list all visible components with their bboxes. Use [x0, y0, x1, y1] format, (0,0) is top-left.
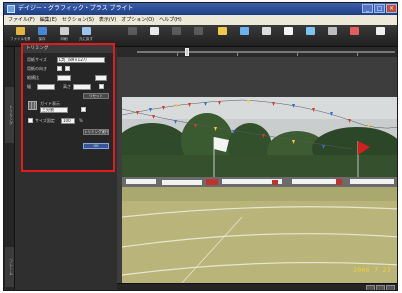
- fixed-size-label: サイズ固定: [35, 118, 55, 123]
- tool-filter-button[interactable]: [300, 27, 320, 46]
- rotate-icon: [239, 27, 249, 35]
- ok-button[interactable]: OK: [83, 143, 109, 149]
- width-field[interactable]: [37, 84, 55, 90]
- status-bar: [117, 283, 397, 290]
- reset-button[interactable]: リセット: [83, 93, 109, 99]
- paste-icon: [171, 27, 181, 35]
- tool-brush-button[interactable]: [344, 27, 364, 46]
- tool-select-button[interactable]: [188, 27, 208, 46]
- grid-label: ガイド表示: [40, 101, 60, 106]
- tool-effects-button[interactable]: [370, 27, 390, 46]
- fit-view-icon[interactable]: [366, 285, 375, 290]
- menu-file[interactable]: ファイル(F): [8, 15, 35, 25]
- lock-ratio-checkbox[interactable]: [99, 84, 104, 89]
- photo-preview[interactable]: 2006 7 23: [122, 97, 397, 283]
- height-label: 高さ: [63, 84, 71, 89]
- menu-help[interactable]: ヘルプ(H): [159, 15, 182, 25]
- side-tab-strip: トリミング フレーム: [4, 47, 15, 290]
- orientation-label: 用紙の向き: [27, 66, 47, 71]
- fixed-size-checkbox[interactable]: [28, 118, 33, 123]
- effects-icon: [375, 27, 385, 35]
- undo-icon: [81, 27, 91, 35]
- menu-edit[interactable]: 編集(E): [40, 15, 57, 25]
- frame-icon: [327, 27, 337, 35]
- app-window: デイジー・グラフィック・プラス ブライト _ □ × ファイル(F) 編集(E)…: [3, 2, 398, 291]
- side-tab-frame[interactable]: フレーム: [5, 247, 14, 287]
- trimming-settings-panel: トリミング 用紙サイズ L判（89×127） 用紙の向き 縦横比 幅 高さ リセ…: [21, 43, 115, 172]
- ruler-tick: [297, 53, 298, 56]
- grid-select[interactable]: 三分割: [40, 107, 68, 113]
- ruler-tick: [237, 53, 238, 56]
- minimize-icon[interactable]: _: [362, 4, 373, 13]
- fixed-size-field[interactable]: 100: [61, 118, 75, 124]
- orientation-landscape-radio[interactable]: [65, 66, 70, 71]
- orientation-portrait-radio[interactable]: [57, 66, 62, 71]
- brush-icon: [349, 27, 359, 35]
- actual-size-icon[interactable]: [376, 285, 385, 290]
- tool-rotate-button[interactable]: [234, 27, 254, 46]
- resize-icon: [261, 27, 271, 35]
- photo-date-stamp: 2006 7 23: [353, 266, 391, 274]
- tool-frame-button[interactable]: [322, 27, 342, 46]
- ratio-field[interactable]: [57, 75, 71, 81]
- tool-resize-button[interactable]: [256, 27, 276, 46]
- ruler-tick: [177, 53, 178, 56]
- menu-section[interactable]: セクション(S): [62, 15, 94, 25]
- tool-paste-button[interactable]: [166, 27, 186, 46]
- save-icon: [37, 27, 47, 35]
- cut-icon: [127, 27, 137, 35]
- sports-day-photo: [122, 97, 397, 283]
- height-field[interactable]: [73, 84, 91, 90]
- text-icon: [283, 27, 293, 35]
- ratio-label: 縦横比: [27, 75, 39, 80]
- window-controls: _ □ ×: [362, 4, 397, 13]
- filter-icon: [305, 27, 315, 35]
- apply-trimming-button[interactable]: トリミング実行: [83, 129, 109, 135]
- window-title: デイジー・グラフィック・プラス ブライト: [18, 5, 134, 12]
- grid-toggle-checkbox[interactable]: [81, 107, 86, 112]
- zoom-bar: [117, 47, 397, 57]
- fixed-size-unit: %: [79, 118, 83, 123]
- title-bar: デイジー・グラフィック・プラス ブライト _ □ ×: [4, 3, 397, 15]
- width-label: 幅: [27, 84, 31, 89]
- ruler-tick: [357, 53, 358, 56]
- ratio-unit-field[interactable]: [95, 75, 107, 81]
- menu-bar: ファイル(F) 編集(E) セクション(S) 表示(V) オプション(O) ヘル…: [4, 15, 397, 25]
- grid-guide-icon: [28, 101, 37, 110]
- tool-cut-button[interactable]: [122, 27, 142, 46]
- app-logo-icon: [7, 5, 15, 13]
- fullscreen-icon[interactable]: [386, 285, 395, 290]
- print-icon: [59, 27, 69, 35]
- menu-options[interactable]: オプション(O): [121, 15, 154, 25]
- image-view: 2006 7 23: [117, 47, 397, 283]
- crop-icon: [217, 27, 227, 35]
- copy-icon: [149, 27, 159, 35]
- view-mode-buttons: [366, 285, 395, 290]
- side-tab-trimming[interactable]: トリミング: [5, 87, 14, 143]
- zoom-slider-handle[interactable]: [185, 48, 189, 56]
- tool-text-button[interactable]: [278, 27, 298, 46]
- select-icon: [193, 27, 203, 35]
- folder-open-icon: [15, 27, 25, 35]
- paper-size-label: 用紙サイズ: [27, 57, 47, 62]
- menu-view[interactable]: 表示(V): [99, 15, 116, 25]
- panel-title: トリミング: [23, 45, 113, 53]
- tool-copy-button[interactable]: [144, 27, 164, 46]
- paper-size-select[interactable]: L判（89×127）: [57, 57, 105, 63]
- maximize-icon[interactable]: □: [374, 4, 385, 13]
- tool-crop-button[interactable]: [212, 27, 232, 46]
- close-icon[interactable]: ×: [386, 4, 397, 13]
